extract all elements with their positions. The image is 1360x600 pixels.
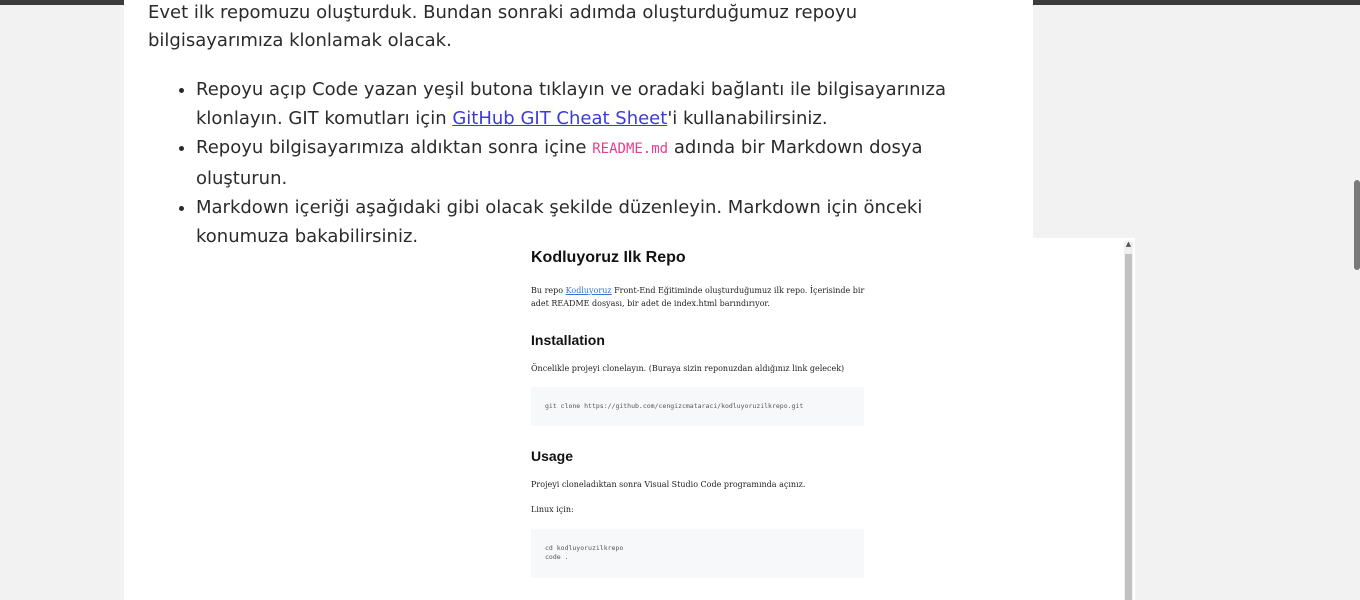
inline-code: README.md [592,141,669,157]
intro-paragraph: Evet ilk repomuzu oluşturduk. Bundan son… [148,2,858,51]
list-item: Repoyu açıp Code yazan yeşil butona tıkl… [196,75,976,133]
readme-intro: Bu repo Kodluyoruz Front-End Eğitiminde … [531,284,871,310]
cheat-sheet-link[interactable]: GitHub GIT Cheat Sheet [452,108,667,129]
readme-preview-screenshot: Kodluyoruz Ilk Repo Bu repo Kodluyoruz F… [515,238,1135,600]
article-content: Evet ilk repomuzu oluşturduk. Bundan son… [124,0,1135,600]
code-line: git clone https://github.com/cengizcmata… [545,402,804,410]
linux-text: Linux için: [531,505,574,514]
kodluyoruz-link[interactable]: Kodluyoruz [566,286,612,295]
step-text: 'i kullanabilirsiniz. [667,108,828,129]
step-text: Repoyu bilgisayarımıza aldıktan sonra iç… [196,137,593,158]
clone-code-block: git clone https://github.com/cengizcmata… [531,387,864,426]
readme-title: Kodluyoruz Ilk Repo [531,249,686,266]
list-item: Repoyu bilgisayarımıza aldıktan sonra iç… [196,133,976,193]
code-line: code . [545,553,569,561]
preview-scrollbar-thumb[interactable] [1125,254,1132,600]
usage-heading: Usage [531,448,574,464]
installation-text: Öncelikle projeyi clonelayın. (Buraya si… [531,364,845,373]
installation-heading: Installation [531,332,605,348]
intro-text: Bu repo [531,286,566,295]
page-scrollbar-thumb[interactable] [1354,180,1360,270]
scroll-up-arrow-icon[interactable]: ▲ [1124,240,1133,249]
usage-code-block: cd kodluyoruzilkrepo code . [531,529,864,578]
steps-list: Repoyu açıp Code yazan yeşil butona tıkl… [172,75,976,251]
usage-text: Projeyi cloneladıktan sonra Visual Studi… [531,480,806,489]
code-line: cd kodluyoruzilkrepo [545,544,624,552]
